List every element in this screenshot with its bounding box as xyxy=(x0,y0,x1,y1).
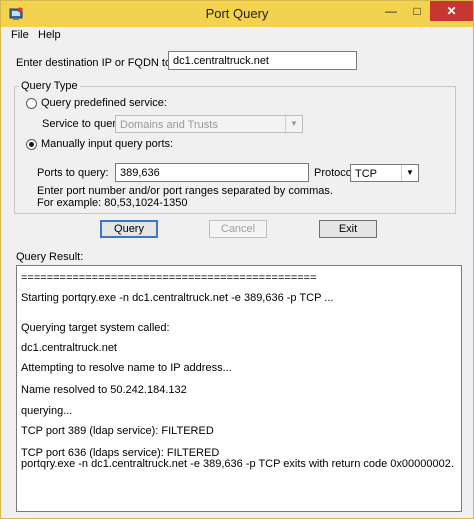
ports-to-query-label: Ports to query: xyxy=(37,167,109,179)
ports-hint-line-2: For example: 80,53,1024-1350 xyxy=(37,197,188,209)
protocol-select-value: TCP xyxy=(355,168,377,180)
predefined-service-radio[interactable] xyxy=(26,98,37,109)
predefined-service-label: Query predefined service: xyxy=(41,97,167,109)
destination-input[interactable]: dc1.centraltruck.net xyxy=(168,51,357,70)
service-select-value: Domains and Trusts xyxy=(120,119,218,131)
service-to-query-label: Service to query: xyxy=(42,118,125,130)
radio-selected-dot xyxy=(29,142,34,147)
result-line: Querying target system called: xyxy=(21,322,170,334)
port-query-window: Port Query — □ ✕ File Help Enter destina… xyxy=(0,0,474,519)
result-line: querying... xyxy=(21,405,73,417)
query-result-output[interactable]: ========================================… xyxy=(16,265,462,512)
minimize-button[interactable]: — xyxy=(378,1,404,21)
result-line: portqry.exe -n dc1.centraltruck.net -e 3… xyxy=(21,458,454,470)
result-line: Attempting to resolve name to IP address… xyxy=(21,362,232,374)
query-result-label: Query Result: xyxy=(16,251,84,263)
result-line: Name resolved to 50.242.184.132 xyxy=(21,384,187,396)
manual-ports-radio[interactable] xyxy=(26,139,37,150)
ports-input[interactable]: 389,636 xyxy=(115,163,309,182)
query-button[interactable]: Query xyxy=(100,220,158,238)
result-line: dc1.centraltruck.net xyxy=(21,342,117,354)
manual-ports-label: Manually input query ports: xyxy=(41,138,174,150)
ports-hint-line-1: Enter port number and/or port ranges sep… xyxy=(37,185,333,197)
result-line: Starting portqry.exe -n dc1.centraltruck… xyxy=(21,292,334,304)
title-bar[interactable]: Port Query — □ ✕ xyxy=(1,1,473,27)
result-line: TCP port 389 (ldap service): FILTERED xyxy=(21,425,214,437)
cancel-button[interactable]: Cancel xyxy=(209,220,267,238)
exit-button[interactable]: Exit xyxy=(319,220,377,238)
chevron-down-icon: ▼ xyxy=(401,165,418,181)
protocol-select[interactable]: TCP ▼ xyxy=(350,164,419,182)
chevron-down-icon: ▼ xyxy=(285,116,302,132)
menu-help[interactable]: Help xyxy=(38,29,61,41)
menu-file[interactable]: File xyxy=(11,29,29,41)
service-select[interactable]: Domains and Trusts ▼ xyxy=(115,115,303,133)
menu-bar: File Help xyxy=(1,27,473,45)
maximize-button[interactable]: □ xyxy=(404,1,430,21)
query-type-title: Query Type xyxy=(19,80,80,92)
result-line: ========================================… xyxy=(21,272,317,284)
close-button[interactable]: ✕ xyxy=(430,1,473,21)
